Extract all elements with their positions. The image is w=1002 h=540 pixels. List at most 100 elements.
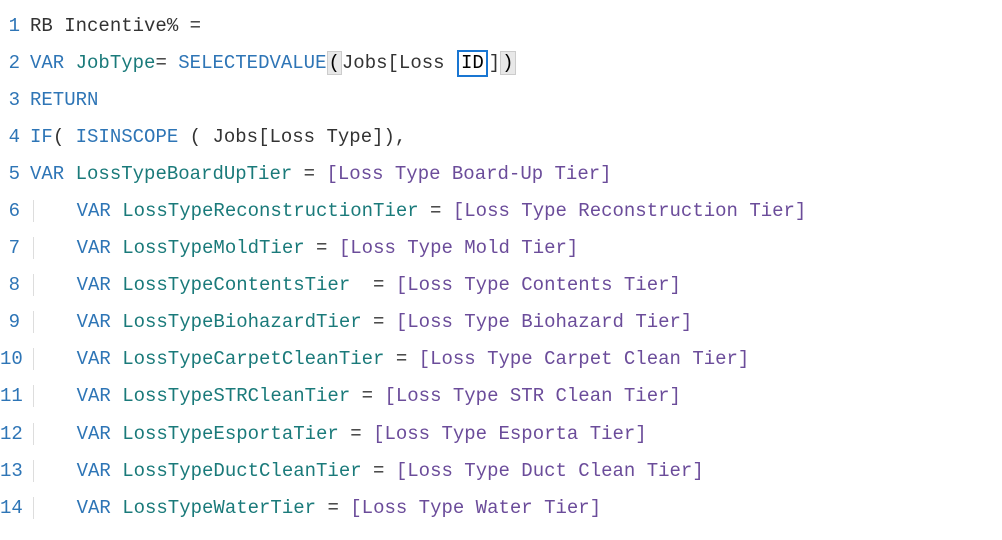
token: VAR [77, 385, 111, 407]
code-content[interactable]: VAR LossTypeWaterTier = [Loss Type Water… [30, 490, 601, 527]
dax-editor[interactable]: 1RB Incentive% =2VAR JobType= SELECTEDVA… [0, 8, 1002, 527]
line-number: 7 [0, 230, 30, 267]
token: ), [384, 126, 407, 148]
indent-guide [33, 348, 76, 370]
code-line[interactable]: 11VAR LossTypeSTRCleanTier = [Loss Type … [0, 378, 1002, 415]
token [111, 237, 122, 259]
token: LossTypeSTRCleanTier [122, 385, 350, 407]
indent-guide [33, 423, 76, 445]
token: [Loss Type Duct Clean Tier] [396, 460, 704, 482]
token: VAR [30, 52, 64, 74]
code-content[interactable]: IF( ISINSCOPE ( Jobs[Loss Type]), [30, 119, 406, 156]
code-content[interactable]: RETURN [30, 82, 98, 119]
line-number: 4 [0, 119, 30, 156]
token: = [350, 385, 384, 407]
indent-guide [33, 274, 76, 296]
token [64, 52, 75, 74]
line-number: 1 [0, 8, 30, 45]
token: [Loss Type Biohazard Tier] [396, 311, 692, 333]
token: LossTypeWaterTier [122, 497, 316, 519]
token: = [350, 274, 396, 296]
line-number: 3 [0, 82, 30, 119]
line-number: 10 [0, 341, 30, 378]
token: RB Incentive% = [30, 15, 201, 37]
indent-guide [33, 497, 76, 519]
token: LossTypeEsportaTier [122, 423, 339, 445]
line-number: 12 [0, 416, 30, 453]
token: [Loss Type Esporta Tier] [373, 423, 647, 445]
token: VAR [30, 163, 64, 185]
code-line[interactable]: 2VAR JobType= SELECTEDVALUE(Jobs[Loss ID… [0, 45, 1002, 82]
token: SELECTEDVALUE [178, 52, 326, 74]
code-content[interactable]: VAR LossTypeSTRCleanTier = [Loss Type ST… [30, 378, 681, 415]
code-line[interactable]: 10VAR LossTypeCarpetCleanTier = [Loss Ty… [0, 341, 1002, 378]
code-content[interactable]: VAR LossTypeDuctCleanTier = [Loss Type D… [30, 453, 704, 490]
token: [Loss Type Reconstruction Tier] [453, 200, 806, 222]
token: ( [327, 51, 342, 75]
code-content[interactable]: RB Incentive% = [30, 8, 201, 45]
token [111, 423, 122, 445]
token: LossTypeBoardUpTier [76, 163, 293, 185]
line-number: 13 [0, 453, 30, 490]
token: = [419, 200, 453, 222]
code-content[interactable]: VAR LossTypeBiohazardTier = [Loss Type B… [30, 304, 692, 341]
token: = [362, 460, 396, 482]
token: LossTypeMoldTier [122, 237, 304, 259]
code-line[interactable]: 8VAR LossTypeContentsTier = [Loss Type C… [0, 267, 1002, 304]
token: = [362, 311, 396, 333]
token [111, 460, 122, 482]
indent-guide [33, 460, 76, 482]
token: VAR [77, 311, 111, 333]
token: ISINSCOPE [76, 126, 179, 148]
code-content[interactable]: VAR LossTypeEsportaTier = [Loss Type Esp… [30, 416, 647, 453]
code-line[interactable]: 5VAR LossTypeBoardUpTier = [Loss Type Bo… [0, 156, 1002, 193]
token: ( [53, 126, 76, 148]
token: RETURN [30, 89, 98, 111]
code-content[interactable]: VAR LossTypeMoldTier = [Loss Type Mold T… [30, 230, 578, 267]
token: = [155, 52, 178, 74]
code-content[interactable]: VAR JobType= SELECTEDVALUE(Jobs[Loss ID]… [30, 45, 516, 82]
token: ] [489, 52, 500, 74]
code-content[interactable]: VAR LossTypeBoardUpTier = [Loss Type Boa… [30, 156, 612, 193]
code-line[interactable]: 13VAR LossTypeDuctCleanTier = [Loss Type… [0, 453, 1002, 490]
token: JobType [76, 52, 156, 74]
token: IF [30, 126, 53, 148]
code-line[interactable]: 1RB Incentive% = [0, 8, 1002, 45]
code-line[interactable]: 9VAR LossTypeBiohazardTier = [Loss Type … [0, 304, 1002, 341]
token [111, 274, 122, 296]
token: Jobs[Loss [342, 52, 456, 74]
code-line[interactable]: 3RETURN [0, 82, 1002, 119]
token: = [316, 497, 350, 519]
code-content[interactable]: VAR LossTypeReconstructionTier = [Loss T… [30, 193, 806, 230]
token: VAR [77, 348, 111, 370]
token [64, 163, 75, 185]
line-number: 6 [0, 193, 30, 230]
code-line[interactable]: 7VAR LossTypeMoldTier = [Loss Type Mold … [0, 230, 1002, 267]
code-line[interactable]: 6VAR LossTypeReconstructionTier = [Loss … [0, 193, 1002, 230]
code-line[interactable]: 14VAR LossTypeWaterTier = [Loss Type Wat… [0, 490, 1002, 527]
token: LossTypeDuctCleanTier [122, 460, 361, 482]
token: [Loss Type Carpet Clean Tier] [419, 348, 750, 370]
token: LossTypeContentsTier [122, 274, 350, 296]
token [111, 348, 122, 370]
token: LossTypeCarpetCleanTier [122, 348, 384, 370]
code-line[interactable]: 12VAR LossTypeEsportaTier = [Loss Type E… [0, 416, 1002, 453]
token: [Loss Type STR Clean Tier] [384, 385, 680, 407]
token: [Loss Type Board-Up Tier] [326, 163, 611, 185]
token: ( [178, 126, 212, 148]
code-content[interactable]: VAR LossTypeContentsTier = [Loss Type Co… [30, 267, 681, 304]
token: = [292, 163, 326, 185]
token: = [339, 423, 373, 445]
token: [Loss Type Water Tier] [350, 497, 601, 519]
code-line[interactable]: 4IF( ISINSCOPE ( Jobs[Loss Type]), [0, 119, 1002, 156]
code-content[interactable]: VAR LossTypeCarpetCleanTier = [Loss Type… [30, 341, 749, 378]
token: VAR [77, 460, 111, 482]
token [111, 497, 122, 519]
token: VAR [77, 237, 111, 259]
line-number: 8 [0, 267, 30, 304]
line-number: 2 [0, 45, 30, 82]
indent-guide [33, 385, 76, 407]
token [111, 311, 122, 333]
token: VAR [77, 497, 111, 519]
indent-guide [33, 237, 76, 259]
